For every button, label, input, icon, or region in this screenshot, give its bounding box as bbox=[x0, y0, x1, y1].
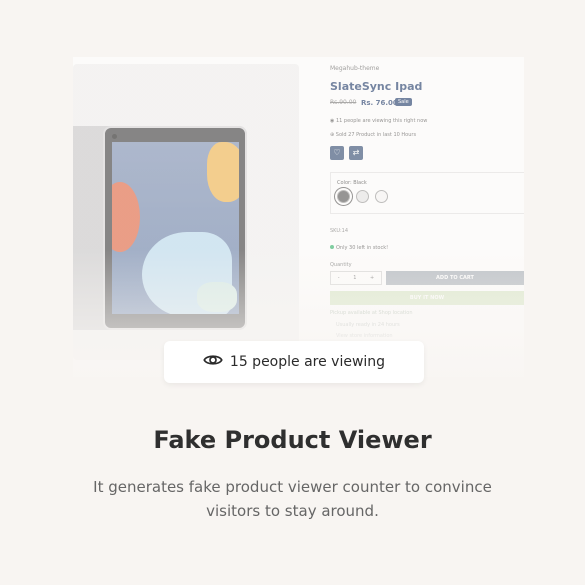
product-title[interactable]: SlateSync Ipad bbox=[330, 80, 422, 93]
feature-description: It generates fake product viewer counter… bbox=[93, 478, 492, 520]
pickup-text: Pickup available at Shop location bbox=[330, 310, 413, 316]
color-selector: Color: Black bbox=[330, 172, 524, 214]
color-label: Color: Black bbox=[337, 180, 367, 186]
product-brand: Megahub-theme bbox=[330, 65, 380, 72]
buy-now-button[interactable]: BUY IT NOW bbox=[330, 291, 524, 305]
quantity-label: Quantity bbox=[330, 262, 352, 268]
product-preview-card: Megahub-theme SlateSync Ipad Rs.90.00 Rs… bbox=[73, 57, 524, 377]
quantity-value[interactable]: 1 bbox=[353, 275, 356, 281]
quantity-minus-button[interactable]: - bbox=[338, 275, 340, 281]
viewer-count-pill: 15 people are viewing bbox=[164, 341, 424, 383]
clock-icon: ⊕ bbox=[330, 132, 335, 138]
feature-title: Fake Product Viewer bbox=[153, 426, 432, 454]
viewer-count-text: 15 people are viewing bbox=[229, 354, 386, 370]
viewing-now-text: ◉ 11 people are viewing this right now bbox=[330, 118, 428, 124]
stock-dot-icon bbox=[330, 245, 334, 249]
quantity-stepper[interactable]: - 1 + bbox=[330, 271, 382, 285]
ipad-image bbox=[73, 126, 247, 330]
sku-text: SKU:14 bbox=[330, 228, 349, 234]
add-to-cart-button[interactable]: ADD TO CART bbox=[386, 271, 524, 285]
sold-count-text: ⊕ Sold 27 Product in last 10 Hours bbox=[330, 132, 417, 138]
stock-text: Only 30 left in stock! bbox=[330, 245, 388, 251]
quantity-plus-button[interactable]: + bbox=[370, 275, 374, 281]
ready-text: Usually ready in 24 hours bbox=[336, 322, 400, 328]
price-old: Rs.90.00 bbox=[330, 99, 357, 106]
eye-icon bbox=[203, 350, 223, 374]
sale-badge: Sale bbox=[395, 98, 412, 106]
compare-icon: ⇄ bbox=[352, 148, 360, 157]
eye-icon: ◉ bbox=[330, 118, 335, 124]
swatch-white[interactable] bbox=[375, 190, 388, 203]
product-image-frame bbox=[73, 64, 299, 360]
heart-icon: ♡ bbox=[333, 148, 341, 157]
wishlist-button[interactable]: ♡ bbox=[330, 146, 344, 160]
swatch-black[interactable] bbox=[337, 190, 350, 203]
compare-button[interactable]: ⇄ bbox=[349, 146, 363, 160]
swatch-silver[interactable] bbox=[356, 190, 369, 203]
price-new: Rs. 76.00 bbox=[361, 99, 398, 107]
store-info-link[interactable]: View store information bbox=[336, 333, 393, 339]
